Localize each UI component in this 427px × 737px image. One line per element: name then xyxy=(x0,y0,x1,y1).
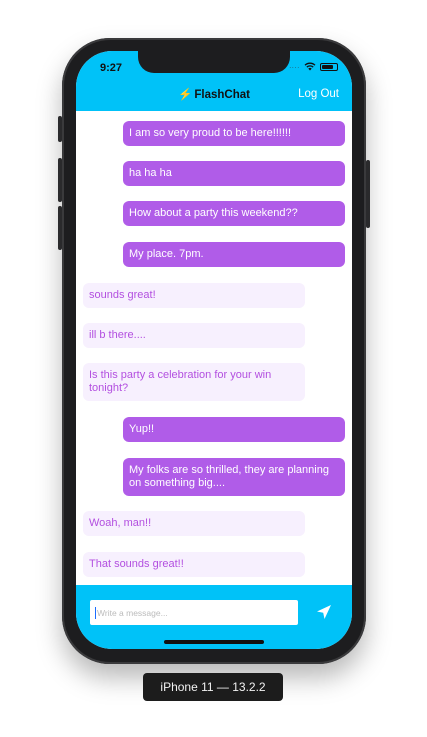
battery-icon xyxy=(320,62,338,71)
message-list[interactable]: I am so very proud to be here!!!!!! ha h… xyxy=(76,111,352,585)
message-input-placeholder: Write a message... xyxy=(97,607,168,618)
message-bubble-sent: How about a party this weekend?? xyxy=(123,201,345,226)
logout-button[interactable]: Log Out xyxy=(298,88,339,100)
message-bubble-sent: Yup!! xyxy=(123,417,345,442)
lightning-icon: ⚡ xyxy=(178,89,193,101)
message-bubble-received: ill b there.... xyxy=(83,323,305,348)
home-indicator[interactable] xyxy=(164,640,264,644)
text-caret xyxy=(95,606,96,619)
message-bubble-sent: I am so very proud to be here!!!!!! xyxy=(123,121,345,146)
message-bubble-received: Woah, man!! xyxy=(83,511,305,536)
device-caption: iPhone 11 — 13.2.2 xyxy=(143,673,283,701)
message-bubble-sent: My folks are so thrilled, they are plann… xyxy=(123,458,345,496)
signal-icon: .... xyxy=(289,63,300,70)
mute-switch xyxy=(58,116,62,142)
volume-up-button xyxy=(58,158,62,202)
message-input[interactable]: Write a message... xyxy=(90,600,298,625)
message-bubble-sent: ha ha ha xyxy=(123,161,345,186)
app-title: FlashChat xyxy=(194,89,250,101)
navigation-bar: 9:27 .... ⚡ FlashChat Log Out xyxy=(76,51,352,111)
power-button xyxy=(366,160,370,228)
notch xyxy=(138,51,290,73)
message-bubble-received: sounds great! xyxy=(83,283,305,308)
status-time: 9:27 xyxy=(100,62,123,74)
message-bubble-received: That sounds great!! xyxy=(83,552,305,577)
message-bubble-received: Is this party a celebration for your win… xyxy=(83,363,305,401)
volume-down-button xyxy=(58,206,62,250)
status-icons: .... xyxy=(289,62,338,71)
message-bubble-sent: My place. 7pm. xyxy=(123,242,345,267)
wifi-icon xyxy=(304,62,316,71)
send-icon[interactable] xyxy=(316,604,332,620)
app-screen: 9:27 .... ⚡ FlashChat Log Out I am so ver… xyxy=(76,51,352,649)
